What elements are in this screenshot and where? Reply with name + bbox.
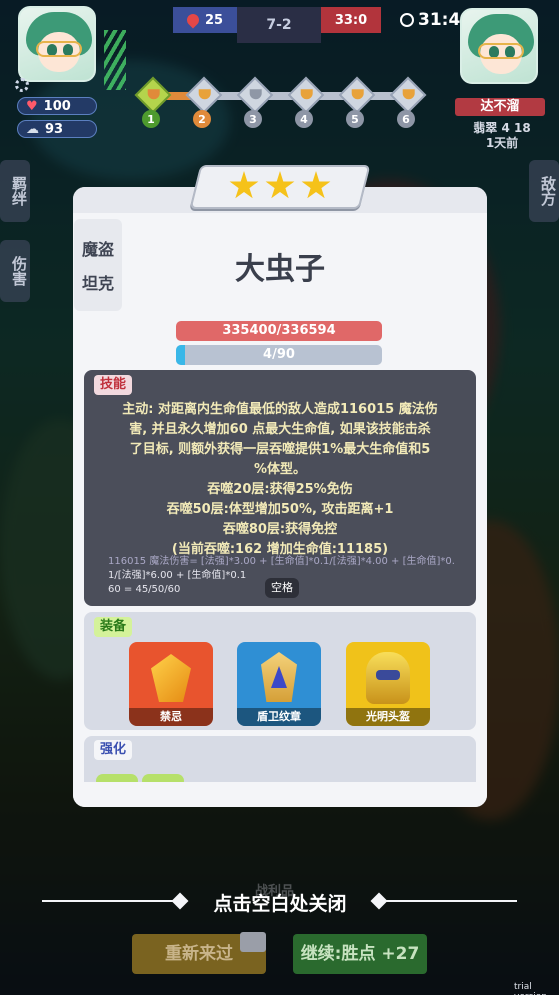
heart-icon: ♥ [26,98,38,114]
equipment-slot-crest[interactable]: 盾卫纹章 [237,642,321,726]
top-hud: ♥ 100 ☁ 93 25 7-2 33:0 31:4 1 2 3 4 5 6 [0,0,559,160]
hp-bar: 335400/336594 [176,321,382,341]
player-shield-pill: ☁ 93 [17,120,97,138]
player-avatar[interactable] [18,6,96,82]
space-key-hint[interactable]: 空格 [265,578,299,598]
stage-node-3 [236,76,274,114]
stage-progress: 1 2 3 4 5 6 [134,76,430,128]
star-icon [229,171,259,199]
stage-node-4 [287,76,325,114]
divider-line [384,900,517,902]
skill-label: 技能 [94,375,133,395]
score-right: 33:0 [321,7,381,33]
enemy-avatar[interactable] [460,8,538,84]
equipment-slot-helmet[interactable]: 光明头盔 [346,642,430,726]
settings-gear-icon[interactable] [15,78,29,92]
cloud-icon: ☁ [26,121,39,137]
enhance-label: 强化 [94,740,133,760]
watermark: trial version [514,982,547,995]
skill-line: 吞噬20层:获得25%免伤 [207,482,353,497]
skill-line: %体型。 [253,462,307,477]
stage-node-6 [389,76,427,114]
player-level-bar [104,30,126,90]
equipment-slot-forbidden[interactable]: 禁忌 [129,642,213,726]
clock-icon [400,13,414,27]
stage-node-2 [185,76,223,114]
skill-description: 主动: 对距离内生命值最低的敌人造成116015 魔法伤 害, 并且永久增加60… [94,400,466,560]
skill-line: 害, 并且永久增加60 点最大生命值, 如果该技能击杀 [129,422,431,437]
side-tab-damage[interactable]: 伤害 [0,240,30,302]
continue-button[interactable]: 继续:胜点 +27 [293,934,427,974]
side-tab-enemy[interactable]: 敌方 [529,160,559,222]
stage-number: 3 [244,110,262,128]
skill-line: 吞噬80层:获得免控 [222,522,338,537]
scoreboard: 25 7-2 33:0 [173,7,381,43]
mana-bar-fill [176,345,186,365]
trait-tag[interactable]: 魔盗 [82,236,114,260]
stage-number: 2 [193,110,211,128]
score-left: 25 [173,7,237,33]
star-icon [301,171,331,199]
crest-icon [261,652,297,702]
card-bottom-edge [73,782,487,807]
skill-line: 主动: 对距离内生命值最低的敌人造成116015 魔法伤 [122,402,438,417]
star-rating [225,166,335,206]
stage-number: 4 [295,110,313,128]
crystal-icon [151,654,191,702]
skill-line: 吞噬50层:体型增加50%, 攻击距离+1 [166,502,394,517]
skill-line: 了目标, 则额外获得一层吞噬提供1%最大生命值和5 [129,442,431,457]
trait-tag[interactable]: 坦克 [82,270,114,294]
trait-tags: 魔盗 坦克 [74,219,122,311]
helmet-icon [366,652,410,704]
close-hint[interactable]: 点击空白处关闭 [180,889,380,916]
enemy-sub-info: 翡翠 4 18 1天前 [473,121,531,150]
equipment-label: 装备 [94,617,133,637]
stage-number: 1 [142,110,160,128]
fire-icon [184,11,202,29]
side-tab-bond[interactable]: 羁绊 [0,160,30,222]
enhance-panel [84,736,476,782]
stage-number: 5 [346,110,364,128]
stage-node-5 [338,76,376,114]
mana-bar: 4/90 [176,345,382,365]
round-timer: 31:4 [400,10,460,30]
enemy-name: 达不溜 [455,98,545,116]
stage-label: 7-2 [237,7,321,43]
divider-line [42,900,176,902]
player-hp-pill: ♥ 100 [17,97,97,115]
stage-number: 6 [397,110,415,128]
video-icon [240,932,266,952]
unit-name: 大虫子 [235,252,325,287]
star-icon [265,171,295,199]
stage-node-1 [134,76,172,114]
